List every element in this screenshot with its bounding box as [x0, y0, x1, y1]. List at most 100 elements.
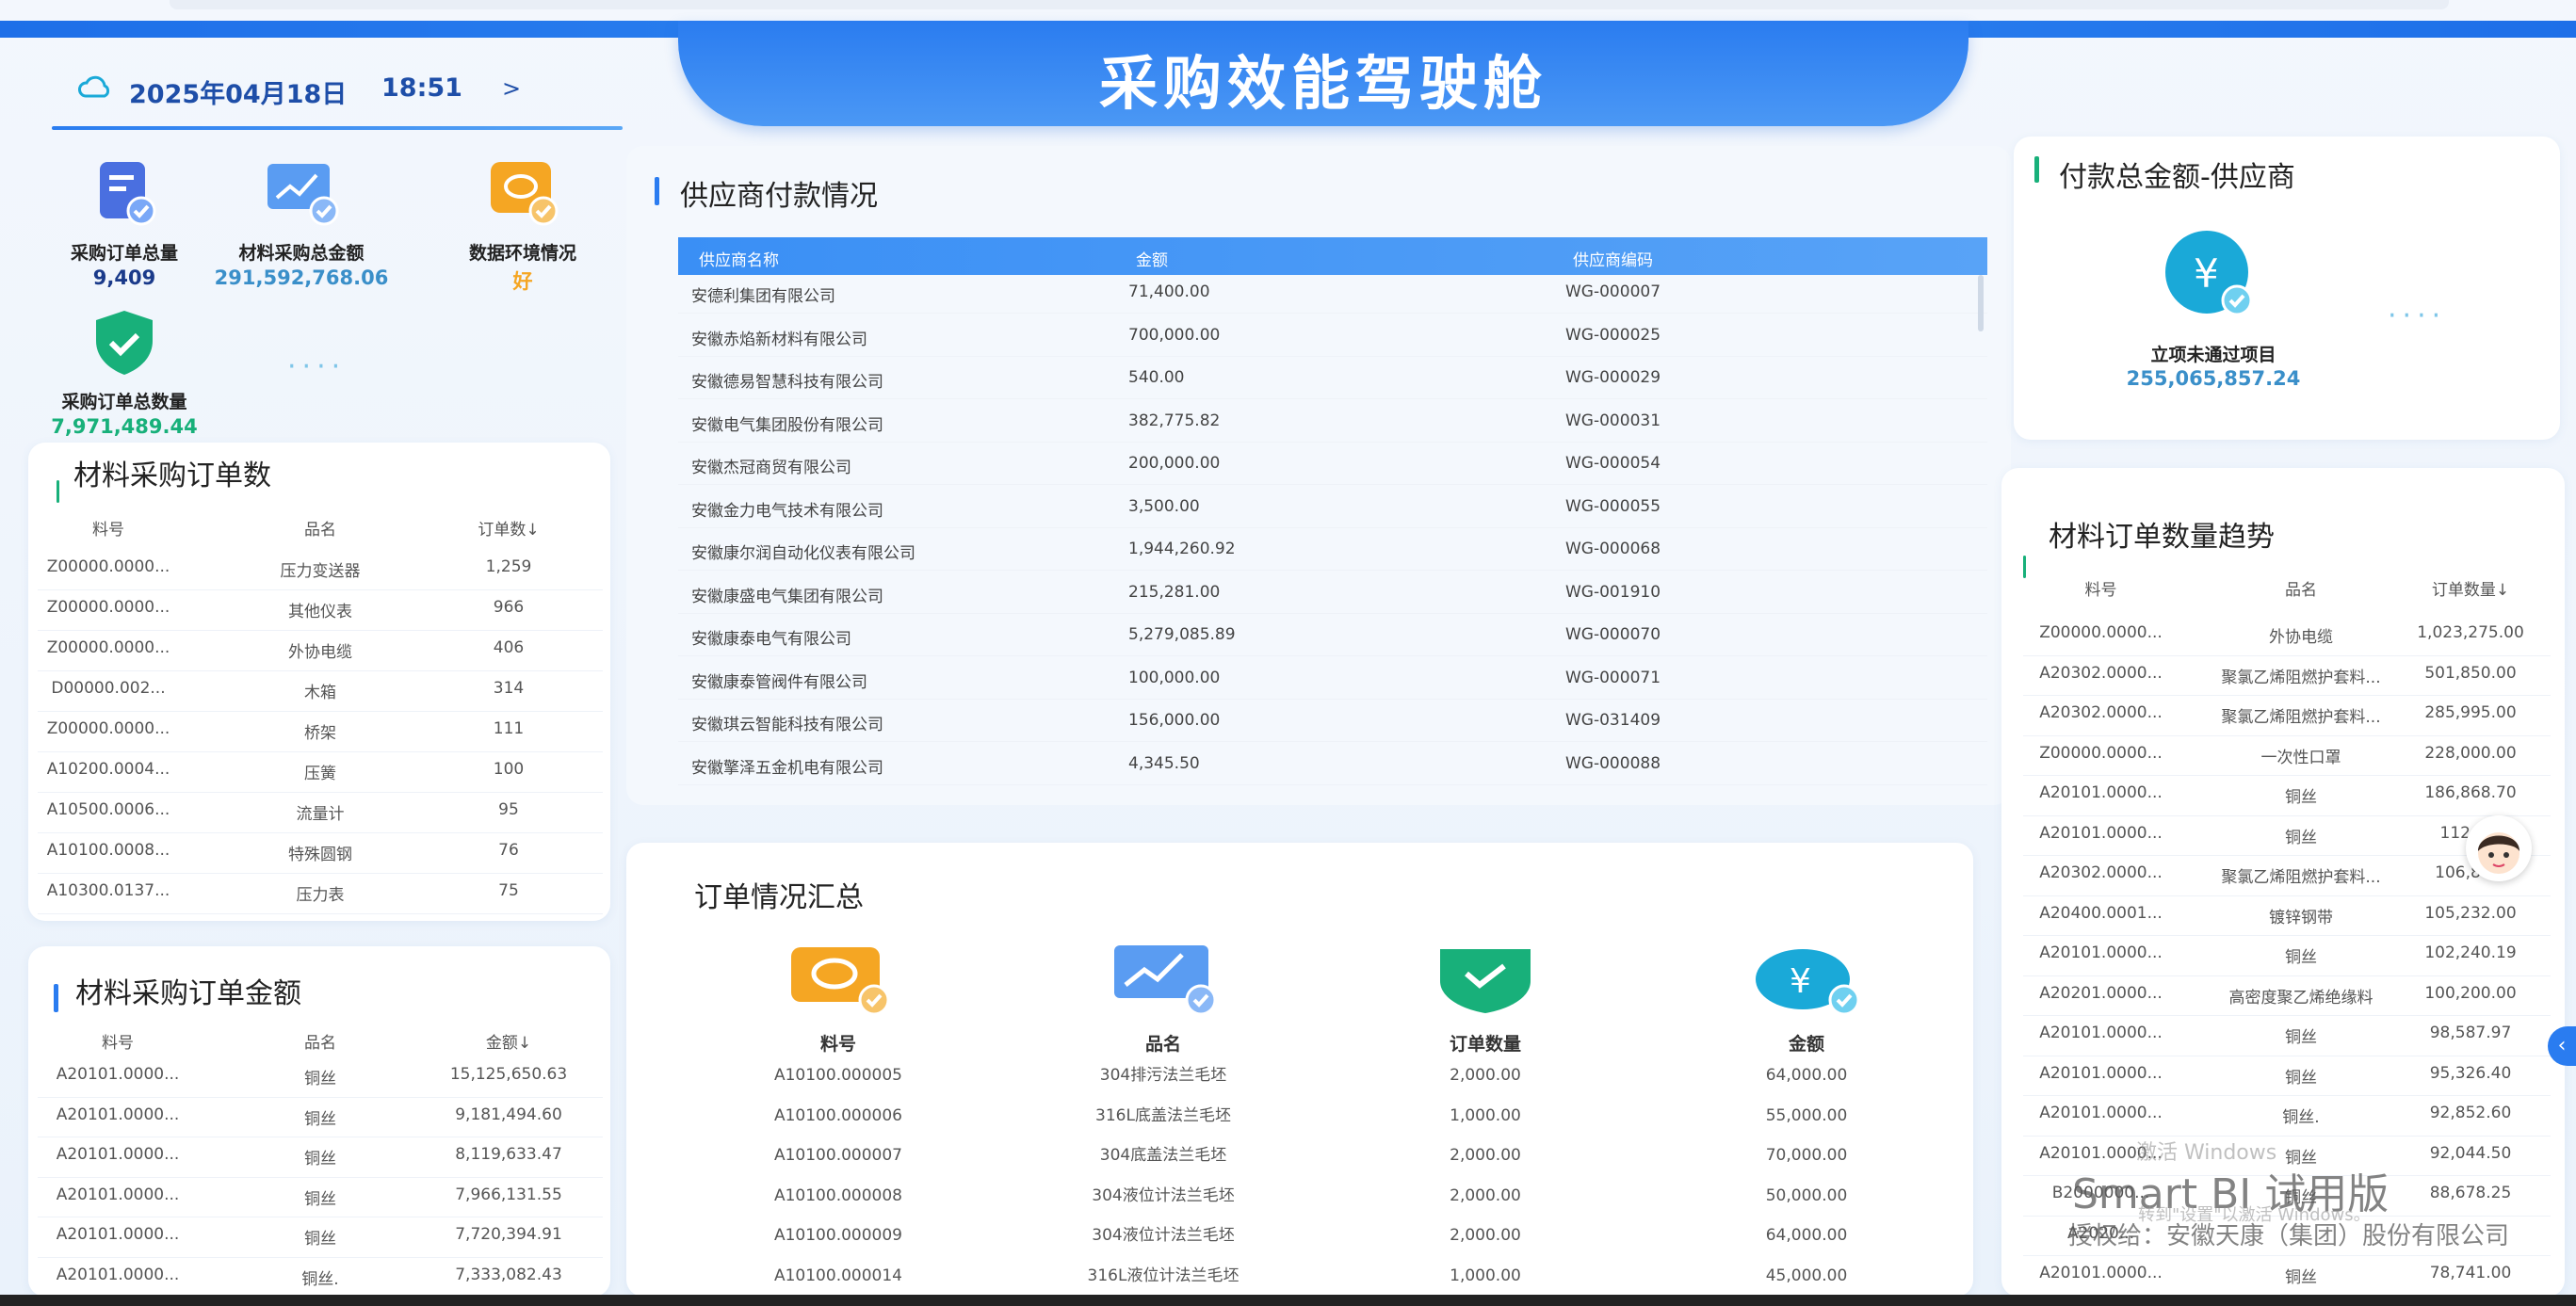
table-row[interactable]: A20101.0000... 铜丝 9,181,494.60 — [38, 1098, 603, 1137]
table-row[interactable]: A20101.0000... 铜丝. 7,333,082.43 — [38, 1258, 603, 1298]
table-row[interactable]: 安徽康尔润自动化仪表有限公司 1,944,260.92 WG-000068 — [678, 528, 1987, 571]
payment-title: 付款总金额-供应商 — [2059, 161, 2295, 194]
table-header-cell[interactable]: 订单数量↓ — [2390, 576, 2551, 600]
table-cell: 安徽康泰管阀件有限公司 — [691, 672, 867, 692]
table-row[interactable]: Z00000.0000... 外协电缆 1,023,275.00 — [2023, 616, 2551, 656]
table-cell: 安徽金力电气技术有限公司 — [691, 501, 883, 521]
more-dots-icon[interactable]: ···· — [2388, 299, 2446, 332]
col-supplier-code[interactable]: 供应商编码 — [1573, 247, 1653, 270]
table-row[interactable]: A20201.0000... 高密度聚乙烯绝缘料 100,200.00 — [2023, 976, 2551, 1016]
table-row[interactable]: A20302.0000... 聚氯乙烯阻燃护套料... 501,850.00 — [2023, 656, 2551, 696]
table-cell: A20101.0000... — [56, 1104, 180, 1124]
table-row[interactable]: A20101.0000... 铜丝. 92,852.60 — [2023, 1096, 2551, 1137]
table-cell: 8,119,633.47 — [455, 1145, 562, 1164]
table-header-cell[interactable]: 订单数↓ — [424, 516, 593, 540]
table-cell: A20302.0000... — [2039, 703, 2163, 722]
assistant-avatar[interactable] — [2466, 815, 2532, 881]
kpi-label: 材料采购总金额 — [238, 243, 365, 264]
table-row[interactable]: Z00000.0000... 一次性口罩 228,000.00 — [2023, 736, 2551, 776]
table-cell: A20101.0000... — [56, 1265, 180, 1284]
table-row[interactable]: Z00000.0000... 压力变送器 1,259 — [38, 550, 603, 590]
table-cell: 外协电缆 — [2269, 628, 2333, 647]
kpi-value: 9,409 — [92, 266, 156, 289]
trend-title: 材料订单数量趋势 — [2049, 521, 2275, 554]
table-row[interactable]: 安徽德易智慧科技有限公司 540.00 WG-000029 — [678, 357, 1987, 399]
order-summary-column: 料号 A10100.000005 A10100.000006 A10100.00000… — [697, 942, 980, 1296]
table-row[interactable]: 安徽琪云智能科技有限公司 156,000.00 WG-031409 — [678, 700, 1987, 742]
table-cell: 64,000.00 — [1765, 1066, 1848, 1085]
table-row[interactable]: A20101.0000... 铜丝 98,587.97 — [2023, 1016, 2551, 1056]
supplier-scrollbar[interactable] — [1978, 275, 1984, 331]
table-row[interactable]: A20101.0000... 铜丝 15,125,650.63 — [38, 1057, 603, 1098]
table-row[interactable]: A20400.0001... 镀锌钢带 105,232.00 — [2023, 896, 2551, 936]
table-row[interactable]: 安徽赤焰新材料有限公司 700,000.00 WG-000025 — [678, 314, 1987, 357]
more-dots-icon[interactable]: ···· — [287, 350, 346, 383]
table-cell: 铜丝 — [2285, 1068, 2317, 1088]
table-cell: A20201.0000... — [2039, 983, 2163, 1003]
kpi-label: 采购订单总数量 — [61, 392, 187, 412]
kpi-label: 采购订单总量 — [70, 243, 178, 264]
table-cell: 64,000.00 — [1765, 1226, 1848, 1245]
table-row[interactable]: Z00000.0000... 外协电缆 406 — [38, 631, 603, 671]
table-row[interactable]: A20101.0000... 铜丝 102,240.19 — [2023, 936, 2551, 976]
assistant-face-icon — [2478, 832, 2519, 874]
table-row[interactable]: A20101.0000... 铜丝 78,741.00 — [2023, 1256, 2551, 1297]
order-summary-title: 订单情况汇总 — [694, 881, 864, 914]
table-cell: 铜丝 — [304, 1109, 336, 1129]
table-cell: 其他仪表 — [288, 603, 352, 621]
table-cell: 9,181,494.60 — [455, 1104, 562, 1124]
table-row[interactable]: A10500.0006... 流量计 95 — [38, 793, 603, 833]
table-row[interactable]: 安德利集团有限公司 71,400.00 WG-000007 — [678, 271, 1987, 314]
col-amount[interactable]: 金额 — [1136, 247, 1168, 270]
table-cell: 304液位计法兰毛坯 — [1092, 1185, 1235, 1205]
table-header-cell[interactable]: 品名 — [2202, 576, 2400, 600]
table-row[interactable]: 安徽擎泽五金机电有限公司 4,345.50 WG-000088 — [678, 743, 1987, 785]
table-header-cell[interactable]: 金额↓ — [424, 1029, 593, 1053]
col-supplier-name[interactable]: 供应商名称 — [699, 247, 779, 270]
table-row[interactable]: 安徽康泰管阀件有限公司 100,000.00 WG-000071 — [678, 657, 1987, 700]
table-row[interactable]: 安徽杰冠商贸有限公司 200,000.00 WG-000054 — [678, 443, 1987, 485]
table-cell: 外协电缆 — [288, 643, 352, 662]
table-cell: 流量计 — [296, 805, 345, 824]
table-row[interactable]: Z00000.0000... 其他仪表 966 — [38, 590, 603, 631]
order-summary-column: ¥ 金额 64,000.00 55,000.00 70,000.00 50,000.00 6… — [1665, 942, 1948, 1296]
table-header-cell[interactable]: 品名 — [226, 1029, 414, 1053]
table-cell: 314 — [493, 679, 525, 698]
table-row[interactable]: 安徽康泰电气有限公司 5,279,085.89 WG-000070 — [678, 614, 1987, 656]
table-cell: 1,000.00 — [1450, 1105, 1521, 1125]
table-row[interactable]: A10300.0137... 压力表 75 — [38, 874, 603, 914]
table-cell: 75 — [498, 881, 519, 900]
date-next-button[interactable]: > — [502, 75, 521, 102]
table-cell: 1,023,275.00 — [2417, 623, 2524, 642]
table-row[interactable]: 安徽康盛电气集团有限公司 215,281.00 WG-001910 — [678, 572, 1987, 614]
table-row[interactable]: A20101.0000... 铜丝 7,966,131.55 — [38, 1178, 603, 1217]
table-row[interactable]: A20302.0000... 聚氯乙烯阻燃护套料... 285,995.00 — [2023, 696, 2551, 736]
table-row[interactable]: A10200.0004... 压簧 100 — [38, 752, 603, 793]
table-row[interactable]: Z00000.0000... 桥架 111 — [38, 712, 603, 752]
table-row[interactable]: A10100.0008... 特殊圆钢 76 — [38, 833, 603, 874]
table-row[interactable]: 安徽金力电气技术有限公司 3,500.00 WG-000055 — [678, 486, 1987, 528]
table-header-cell[interactable]: 料号 — [2023, 576, 2179, 600]
table-row[interactable]: 安徽电气集团股份有限公司 382,775.82 WG-000031 — [678, 400, 1987, 443]
kpi-order-total: 采购订单总量 9,409 — [21, 158, 228, 289]
table-header-cell[interactable]: 料号 — [38, 516, 179, 540]
section-marker — [57, 480, 59, 503]
table-header-cell[interactable]: 料号 — [38, 1029, 198, 1053]
section-marker — [655, 177, 659, 205]
table-cell: 100,000.00 — [1128, 668, 1221, 687]
table-cell: 105,232.00 — [2424, 903, 2517, 923]
table-row[interactable]: A20101.0000... 铜丝 95,326.40 — [2023, 1056, 2551, 1096]
supplier-table-header: 供应商名称 金额 供应商编码 — [678, 237, 1987, 275]
table-cell: 压簧 — [304, 765, 336, 783]
table-row[interactable]: A20101.0000... 铜丝 7,720,394.91 — [38, 1217, 603, 1258]
table-row[interactable]: A20101.0000... 铜丝 8,119,633.47 — [38, 1137, 603, 1178]
table-cell: A20101.0000... — [56, 1145, 180, 1164]
table-row[interactable]: D00000.002... 木箱 314 — [38, 671, 603, 712]
table-header-cell[interactable]: 品名 — [226, 516, 414, 540]
table-cell: Z00000.0000... — [46, 598, 170, 617]
table-cell: 7,966,131.55 — [455, 1185, 562, 1204]
table-cell: 7,333,082.43 — [455, 1265, 562, 1284]
order-document-icon — [100, 162, 156, 226]
table-cell: 高密度聚乙烯绝缘料 — [2228, 988, 2373, 1008]
table-row[interactable]: A20101.0000... 铜丝 186,868.70 — [2023, 776, 2551, 816]
